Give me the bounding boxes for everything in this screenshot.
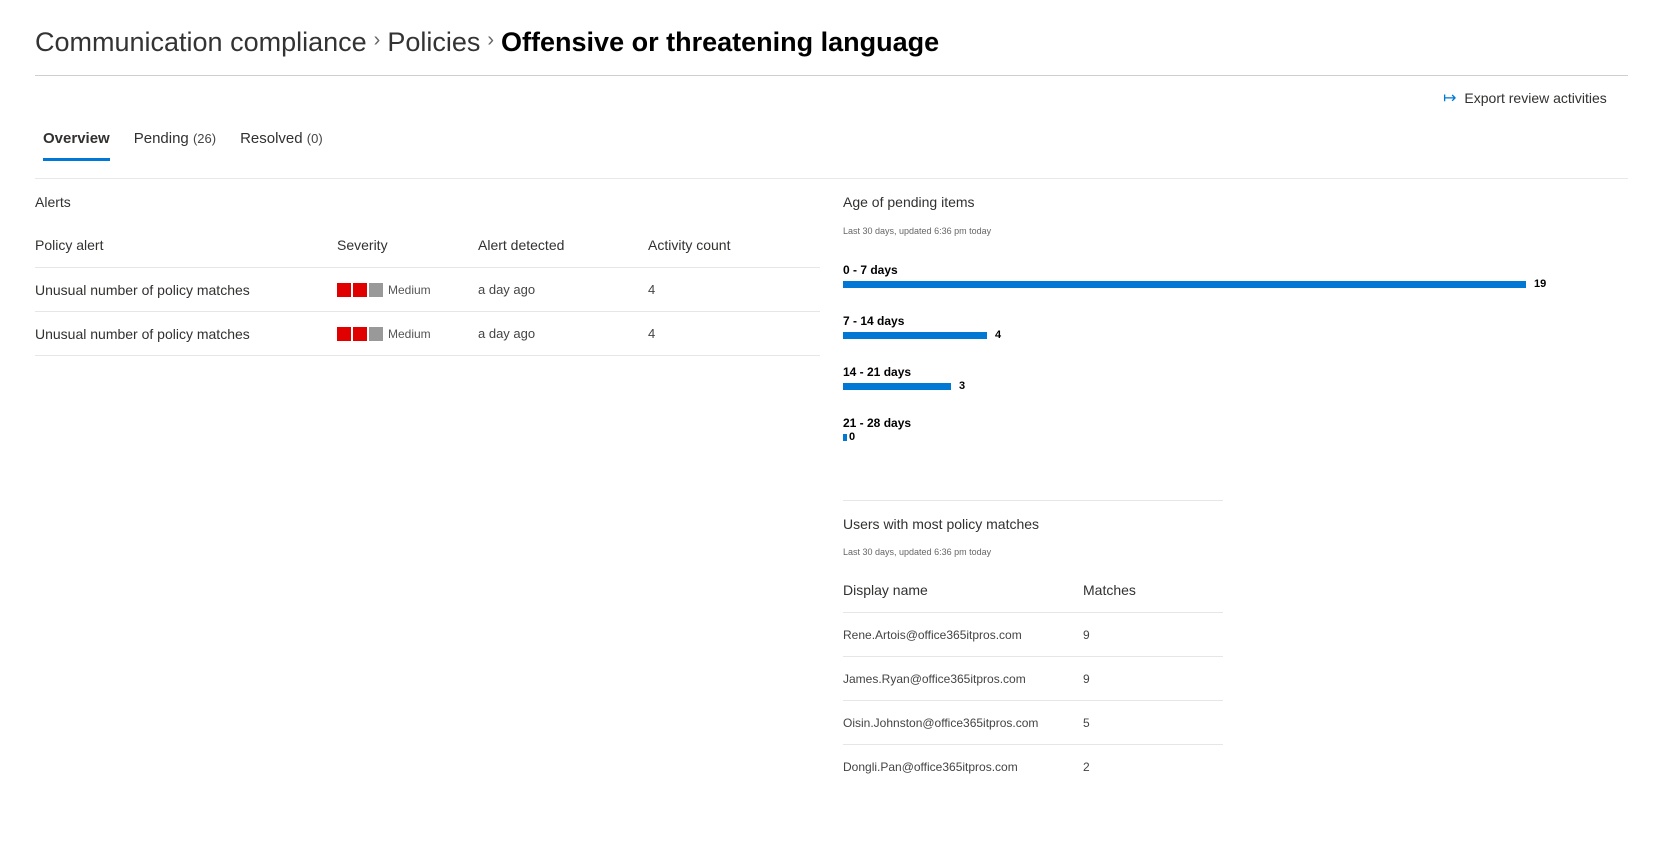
table-row[interactable]: James.Ryan@office365itpros.com 9 bbox=[843, 657, 1223, 701]
user-matches: 9 bbox=[1083, 671, 1090, 686]
bar[interactable] bbox=[843, 280, 1526, 288]
age-of-pending-items-chart: 0 - 7 days 19 7 - 14 days 4 14 - 21 days… bbox=[843, 263, 1563, 467]
bar-value-label: 19 bbox=[1534, 278, 1547, 290]
table-row[interactable]: Unusual number of policy matches Medium … bbox=[35, 312, 820, 356]
table-row[interactable]: Rene.Artois@office365itpros.com 9 bbox=[843, 613, 1223, 657]
export-review-activities-button[interactable]: ↦ Export review activities bbox=[1443, 88, 1607, 108]
tab-pending[interactable]: Pending (26) bbox=[134, 130, 216, 158]
user-display-name: Oisin.Johnston@office365itpros.com bbox=[843, 715, 1039, 730]
bar[interactable] bbox=[843, 331, 987, 339]
severity-indicator-icon bbox=[337, 326, 383, 341]
export-label: Export review activities bbox=[1464, 90, 1607, 106]
user-matches: 2 bbox=[1083, 759, 1090, 774]
severity-label: Medium bbox=[388, 282, 431, 297]
tab-label: Resolved bbox=[240, 130, 303, 147]
users-header-row: Display name Matches bbox=[843, 582, 1223, 613]
activity-count: 4 bbox=[648, 282, 656, 297]
severity-cell: Medium bbox=[337, 268, 431, 311]
bar-category-label: 21 - 28 days bbox=[843, 416, 912, 430]
bar-group: 0 - 7 days 19 bbox=[843, 263, 1563, 314]
tab-count: (0) bbox=[306, 131, 323, 146]
user-display-name: James.Ryan@office365itpros.com bbox=[843, 671, 1026, 686]
tab-count: (26) bbox=[192, 131, 217, 146]
table-row[interactable]: Dongli.Pan@office365itpros.com 2 bbox=[843, 745, 1223, 788]
tab-bar: Overview Pending (26) Resolved (0) bbox=[43, 130, 323, 161]
column-header-display-name[interactable]: Display name bbox=[843, 582, 928, 612]
user-display-name: Rene.Artois@office365itpros.com bbox=[843, 627, 1022, 642]
bar-group: 21 - 28 days 0 bbox=[843, 416, 1563, 467]
alert-detected: a day ago bbox=[478, 326, 536, 341]
table-row[interactable]: Oisin.Johnston@office365itpros.com 5 bbox=[843, 701, 1223, 745]
user-matches: 5 bbox=[1083, 715, 1090, 730]
bar-category-label: 14 - 21 days bbox=[843, 365, 912, 379]
header-divider bbox=[35, 75, 1628, 76]
table-row[interactable]: Unusual number of policy matches Medium … bbox=[35, 268, 820, 312]
age-chart-title: Age of pending items bbox=[843, 194, 975, 210]
policy-alert-name: Unusual number of policy matches bbox=[35, 281, 250, 298]
column-header-severity[interactable]: Severity bbox=[337, 233, 388, 271]
severity-block-filled bbox=[337, 326, 351, 341]
bar-category-label: 0 - 7 days bbox=[843, 263, 898, 277]
column-header-policy-alert[interactable]: Policy alert bbox=[35, 233, 103, 271]
bar-value-label: 0 bbox=[849, 431, 856, 443]
alert-detected: a day ago bbox=[478, 282, 536, 297]
tab-overview[interactable]: Overview bbox=[43, 130, 110, 161]
severity-block-empty bbox=[369, 326, 383, 341]
severity-block-filled bbox=[353, 282, 367, 297]
users-subtitle: Last 30 days, updated 6:36 pm today bbox=[843, 547, 992, 557]
user-display-name: Dongli.Pan@office365itpros.com bbox=[843, 759, 1018, 774]
bar-group: 7 - 14 days 4 bbox=[843, 314, 1563, 365]
users-table: Display name Matches Rene.Artois@office3… bbox=[843, 582, 1223, 788]
bar-category-label: 7 - 14 days bbox=[843, 314, 905, 328]
tab-label: Overview bbox=[43, 130, 110, 147]
chevron-right-icon: › bbox=[487, 28, 495, 51]
user-matches: 9 bbox=[1083, 627, 1090, 642]
column-header-activity-count[interactable]: Activity count bbox=[648, 233, 730, 271]
export-arrow-icon: ↦ bbox=[1443, 90, 1457, 107]
age-chart-subtitle: Last 30 days, updated 6:36 pm today bbox=[843, 226, 992, 236]
bar[interactable] bbox=[843, 382, 951, 390]
alerts-header-row: Policy alert Severity Alert detected Act… bbox=[35, 233, 820, 268]
page-title: Offensive or threatening language bbox=[501, 26, 940, 57]
column-header-matches[interactable]: Matches bbox=[1083, 582, 1136, 612]
tabs-divider bbox=[35, 178, 1628, 179]
activity-count: 4 bbox=[648, 326, 656, 341]
severity-block-filled bbox=[337, 282, 351, 297]
chevron-right-icon: › bbox=[373, 28, 381, 51]
severity-label: Medium bbox=[388, 326, 431, 341]
severity-cell: Medium bbox=[337, 312, 431, 355]
severity-block-filled bbox=[353, 326, 367, 341]
column-header-alert-detected[interactable]: Alert detected bbox=[478, 233, 564, 271]
breadcrumb-communication-compliance[interactable]: Communication compliance bbox=[35, 27, 367, 58]
bar-value-label: 4 bbox=[995, 329, 1002, 341]
tab-resolved[interactable]: Resolved (0) bbox=[240, 130, 323, 158]
severity-block-empty bbox=[369, 282, 383, 297]
alerts-title: Alerts bbox=[35, 194, 71, 210]
policy-alert-name: Unusual number of policy matches bbox=[35, 325, 250, 342]
users-divider bbox=[843, 500, 1223, 501]
tab-label: Pending bbox=[133, 130, 189, 147]
alerts-table: Policy alert Severity Alert detected Act… bbox=[35, 233, 820, 356]
users-title: Users with most policy matches bbox=[843, 516, 1040, 532]
bar-group: 14 - 21 days 3 bbox=[843, 365, 1563, 416]
bar[interactable] bbox=[843, 433, 847, 441]
bar-value-label: 3 bbox=[959, 380, 966, 392]
breadcrumb: Communication compliance › Policies › Of… bbox=[35, 22, 939, 62]
severity-indicator-icon bbox=[337, 282, 383, 297]
breadcrumb-policies[interactable]: Policies bbox=[387, 27, 480, 58]
